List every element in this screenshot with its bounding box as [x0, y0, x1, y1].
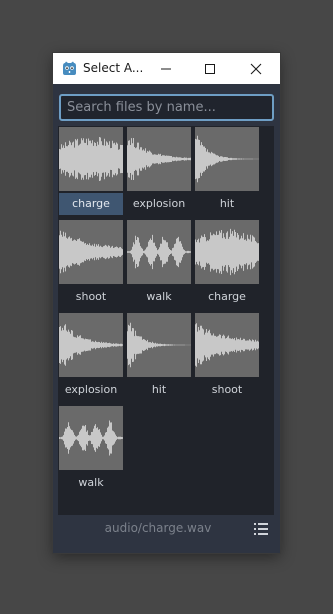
waveform-icon	[195, 135, 259, 183]
waveform-thumbnail	[59, 127, 123, 191]
file-tile[interactable]: charge	[195, 220, 259, 308]
status-bar: audio/charge.wav	[53, 518, 280, 548]
maximize-button[interactable]	[187, 53, 233, 84]
waveform-icon	[127, 234, 191, 270]
waveform-thumbnail	[59, 220, 123, 284]
list-view-icon[interactable]	[253, 521, 269, 537]
waveform-path	[59, 230, 123, 274]
waveform-path	[59, 137, 123, 181]
waveform-path	[195, 323, 259, 367]
waveform-thumbnail	[127, 220, 191, 284]
waveform-path	[59, 324, 123, 366]
waveform-icon	[127, 322, 191, 368]
waveform-icon	[59, 137, 123, 181]
file-label: shoot	[211, 383, 243, 396]
file-tile[interactable]: hit	[195, 127, 259, 215]
waveform-icon	[59, 324, 123, 366]
waveform-thumbnail	[195, 220, 259, 284]
file-tile[interactable]: charge	[59, 127, 123, 215]
file-tile[interactable]: explosion	[59, 313, 123, 401]
file-label: charge	[208, 290, 246, 303]
file-label: explosion	[64, 383, 118, 396]
waveform-icon	[59, 230, 123, 274]
waveform-icon	[195, 228, 259, 276]
file-label: explosion	[132, 197, 186, 210]
search-field[interactable]	[59, 94, 274, 121]
waveform-path	[59, 420, 123, 456]
file-tile[interactable]: walk	[127, 220, 191, 308]
waveform-thumbnail	[127, 127, 191, 191]
title-bar[interactable]: Select A...	[53, 53, 280, 84]
window-title: Select A...	[83, 61, 144, 75]
select-audio-dialog: Select A... chargeexplosionhitshootwalkc…	[53, 53, 280, 553]
waveform-path	[127, 322, 191, 368]
maximize-icon	[205, 63, 215, 74]
waveform-thumbnail	[59, 313, 123, 377]
close-button[interactable]	[233, 53, 279, 84]
selected-file-path: audio/charge.wav	[104, 521, 212, 535]
close-icon	[250, 63, 262, 74]
waveform-path	[127, 138, 191, 180]
file-grid: charge explosion hit shoot walk charge explosi…	[58, 126, 274, 515]
waveform-icon	[127, 138, 191, 180]
file-tile[interactable]: shoot	[59, 220, 123, 308]
godot-icon	[63, 61, 76, 75]
file-tile[interactable]: hit	[127, 313, 191, 401]
file-label: hit	[151, 383, 167, 396]
waveform-thumbnail	[195, 313, 259, 377]
waveform-icon	[195, 323, 259, 367]
waveform-thumbnail	[59, 406, 123, 470]
file-label: walk	[146, 290, 172, 303]
waveform-path	[195, 135, 259, 183]
waveform-path	[127, 234, 191, 270]
file-label: charge	[59, 193, 123, 215]
waveform-icon	[59, 420, 123, 456]
file-label: shoot	[75, 290, 107, 303]
search-input[interactable]	[61, 96, 272, 119]
waveform-thumbnail	[195, 127, 259, 191]
minimize-button[interactable]	[143, 53, 189, 84]
minimize-icon	[161, 68, 171, 69]
file-tile[interactable]: shoot	[195, 313, 259, 401]
file-tile[interactable]: walk	[59, 406, 123, 494]
waveform-thumbnail	[127, 313, 191, 377]
file-label: walk	[78, 476, 104, 489]
waveform-path	[195, 228, 259, 276]
file-label: hit	[219, 197, 235, 210]
file-tile[interactable]: explosion	[127, 127, 191, 215]
